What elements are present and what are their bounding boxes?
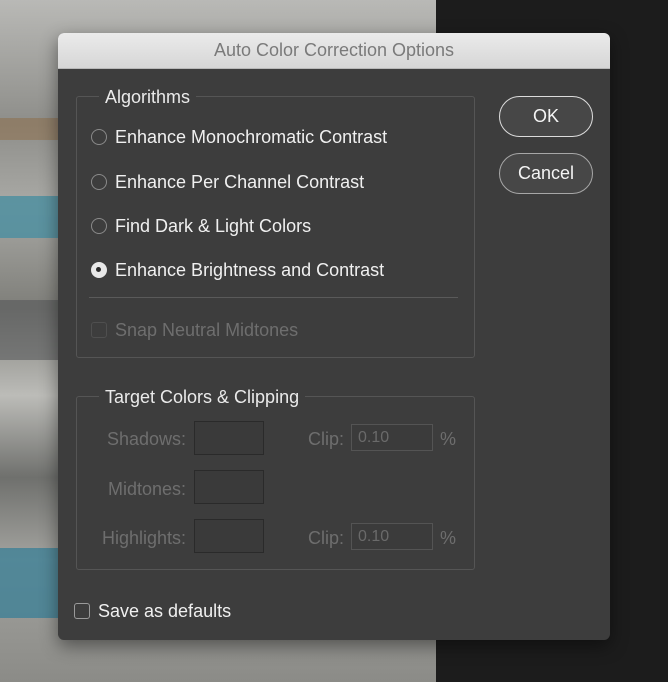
algorithms-divider [89,297,458,298]
radio-enhance-monochromatic-contrast[interactable]: Enhance Monochromatic Contrast [91,125,387,149]
ok-button[interactable]: OK [499,96,593,137]
highlights-clip-input[interactable]: 0.10 [351,523,433,550]
dialog-title: Auto Color Correction Options [58,33,610,69]
midtones-label: Midtones: [107,479,186,499]
radio-enhance-brightness-contrast[interactable]: Enhance Brightness and Contrast [91,258,384,282]
radio-label: Enhance Per Channel Contrast [115,171,365,192]
shadows-percent-label: % [439,429,456,449]
radio-find-dark-light-colors[interactable]: Find Dark & Light Colors [91,214,311,238]
shadows-clip-label: Clip: [307,429,344,449]
radio-button-icon[interactable] [91,218,107,234]
radio-label: Enhance Brightness and Contrast [115,259,385,280]
radio-label: Find Dark & Light Colors [115,215,312,236]
highlights-color-swatch[interactable] [194,519,264,553]
snap-neutral-midtones-label: Snap Neutral Midtones [115,319,299,340]
highlights-percent-label: % [439,528,456,548]
radio-enhance-per-channel-contrast[interactable]: Enhance Per Channel Contrast [91,170,364,194]
save-as-defaults-row[interactable]: Save as defaults [74,599,231,623]
radio-button-icon[interactable] [91,129,107,145]
radio-button-selected-icon[interactable] [91,262,107,278]
snap-neutral-midtones-checkbox-row[interactable]: Snap Neutral Midtones [91,318,298,342]
radio-button-icon[interactable] [91,174,107,190]
save-as-defaults-checkbox[interactable] [74,603,90,619]
cancel-button[interactable]: Cancel [499,153,593,194]
shadows-label: Shadows: [106,429,186,449]
snap-neutral-midtones-checkbox[interactable] [91,322,107,338]
target-colors-group-title: Target Colors & Clipping [99,387,306,408]
save-as-defaults-label: Save as defaults [98,600,232,621]
highlights-label: Highlights: [101,528,186,548]
highlights-clip-label: Clip: [307,528,344,548]
shadows-clip-input[interactable]: 0.10 [351,424,433,451]
shadows-color-swatch[interactable] [194,421,264,455]
midtones-color-swatch[interactable] [194,470,264,504]
algorithms-group-title: Algorithms [99,87,197,108]
radio-label: Enhance Monochromatic Contrast [115,126,388,147]
